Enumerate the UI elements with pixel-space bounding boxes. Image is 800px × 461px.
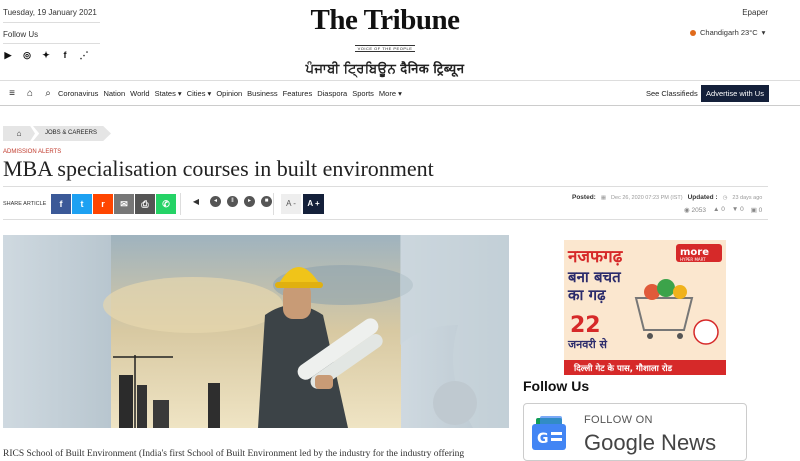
- share-buttons: f t r ✉ ⎙ ✆: [51, 194, 176, 214]
- logo-tagline: VOICE OF THE PEOPLE: [354, 45, 416, 52]
- home-icon[interactable]: ⌂: [3, 126, 35, 141]
- updated-label: Updated :: [687, 194, 718, 201]
- advertisement-banner[interactable]: नजफगढ़ बना बचत का गढ़ 22 जनवरी से more H…: [564, 240, 726, 375]
- ad-line-3: का गढ़: [567, 286, 606, 304]
- breadcrumb-jobs[interactable]: JOBS & CAREERS: [33, 126, 111, 141]
- pause-icon[interactable]: ‖: [227, 196, 238, 207]
- ad-brand-sub: HYPER MART: [680, 257, 706, 262]
- nav-items: Coronavirus Nation World States ▾ Cities…: [58, 89, 402, 98]
- facebook-icon[interactable]: f: [60, 50, 70, 60]
- sun-icon: [690, 29, 696, 36]
- nav-item-more[interactable]: More ▾: [379, 89, 402, 98]
- sister-publications: ਪੰਜਾਬੀ ਟ੍ਰਿਬਿਊਨ दैनिक ट्रिब्यून: [305, 61, 465, 76]
- facebook-share-icon[interactable]: f: [51, 194, 71, 214]
- divider: [3, 22, 100, 23]
- likes-count[interactable]: ▲ 0: [713, 206, 725, 214]
- twitter-icon[interactable]: ✦: [41, 50, 51, 60]
- nav-item-nation[interactable]: Nation: [103, 89, 125, 98]
- weather-widget[interactable]: Chandigarh 23°C ▾: [690, 28, 765, 37]
- views-count: ◉ 2053: [684, 207, 706, 214]
- social-links: ▶ ◎ ✦ f ⋰: [3, 50, 89, 60]
- rss-icon[interactable]: ⋰: [79, 50, 89, 60]
- instagram-icon[interactable]: ◎: [22, 50, 32, 60]
- nav-item-world[interactable]: World: [130, 89, 149, 98]
- advertise-button[interactable]: Advertise with Us: [701, 85, 769, 102]
- article-hero-image: [3, 235, 509, 428]
- ad-line-2: बना बचत: [567, 268, 622, 286]
- search-icon[interactable]: ⌕: [42, 88, 54, 99]
- google-news-label: Google News: [584, 430, 717, 455]
- nav-item-states[interactable]: States ▾: [155, 89, 182, 98]
- nav-item-diaspora[interactable]: Diaspora: [317, 89, 347, 98]
- divider: [3, 43, 100, 44]
- speaker-icon[interactable]: ◀: [188, 194, 204, 210]
- eye-icon: ◉: [684, 207, 690, 214]
- nav-item-cities[interactable]: Cities ▾: [187, 89, 212, 98]
- youtube-icon[interactable]: ▶: [3, 50, 13, 60]
- home-icon[interactable]: ⌂: [24, 88, 36, 99]
- whatsapp-share-icon[interactable]: ✆: [156, 194, 176, 214]
- divider: [3, 186, 768, 187]
- stop-icon[interactable]: ■: [261, 196, 272, 207]
- nav-item-business[interactable]: Business: [247, 89, 277, 98]
- rewind-icon[interactable]: ◂: [210, 196, 221, 207]
- ad-month: जनवरी से: [567, 337, 608, 351]
- follow-on-label: FOLLOW ON: [584, 414, 653, 426]
- see-classifieds-link[interactable]: See Classifieds: [646, 89, 698, 98]
- clock-icon: ◷: [722, 194, 728, 201]
- thumbs-down-icon: ▼: [731, 206, 739, 213]
- nav-item-opinion[interactable]: Opinion: [216, 89, 242, 98]
- breadcrumb: ⌂ JOBS & CAREERS: [3, 126, 111, 141]
- follow-us-heading: Follow Us: [523, 378, 590, 394]
- menu-icon[interactable]: ≡: [6, 88, 18, 99]
- posted-info: Posted: ▦ Dec 26, 2020 07:23 PM (IST) Up…: [572, 194, 762, 201]
- email-share-icon[interactable]: ✉: [114, 194, 134, 214]
- posted-date: Dec 26, 2020 07:23 PM (IST): [611, 194, 683, 201]
- article-title: MBA specialisation courses in built envi…: [3, 156, 434, 181]
- calendar-icon: ▦: [600, 194, 607, 201]
- dislikes-count[interactable]: ▼ 0: [732, 206, 744, 214]
- font-decrease-button[interactable]: A -: [281, 194, 301, 214]
- nav-item-coronavirus[interactable]: Coronavirus: [58, 89, 98, 98]
- comments-count[interactable]: ▣ 0: [751, 206, 763, 214]
- ad-line-1: नजफगढ़: [567, 247, 624, 267]
- posted-label: Posted:: [572, 194, 596, 201]
- font-increase-button[interactable]: A +: [303, 194, 324, 214]
- article-body-text: RICS School of Built Environment (India'…: [3, 449, 465, 459]
- updated-value: 23 days ago: [732, 194, 763, 201]
- logo-title: The Tribune: [310, 4, 460, 36]
- nav-item-features[interactable]: Features: [283, 89, 313, 98]
- current-date: Tuesday, 19 January 2021: [3, 8, 97, 17]
- comment-icon: ▣: [750, 207, 757, 214]
- google-news-follow-button[interactable]: G FOLLOW ON Google News: [523, 403, 747, 461]
- twitter-share-icon[interactable]: t: [72, 194, 92, 214]
- share-label: SHARE ARTICLE: [3, 201, 47, 207]
- play-icon[interactable]: ▸: [244, 196, 255, 207]
- article-tag[interactable]: ADMISSION ALERTS: [3, 149, 61, 155]
- chevron-down-icon: ▾: [761, 28, 766, 37]
- ad-footer: दिल्ली गेट के पास, गौशाला रोड: [573, 363, 673, 374]
- reddit-share-icon[interactable]: r: [93, 194, 113, 214]
- divider: [180, 193, 181, 215]
- divider: [3, 219, 768, 220]
- audio-controls: ◀ ◂ ‖ ▸ ■: [188, 194, 272, 210]
- epaper-link[interactable]: Epaper: [742, 8, 768, 17]
- article-stats: ◉ 2053 ▲ 0 ▼ 0 ▣ 0: [684, 206, 762, 214]
- site-header: Tuesday, 19 January 2021 Follow Us ▶ ◎ ✦…: [0, 0, 800, 80]
- svg-text:G: G: [537, 431, 549, 447]
- thumbs-up-icon: ▲: [712, 206, 720, 213]
- weather-text: Chandigarh 23°C: [700, 28, 758, 37]
- google-news-icon: G: [532, 416, 568, 452]
- nav-item-sports[interactable]: Sports: [352, 89, 374, 98]
- divider: [273, 193, 274, 215]
- ad-number: 22: [570, 313, 601, 338]
- follow-us-label: Follow Us: [3, 30, 39, 39]
- tribune-logo[interactable]: The Tribune VOICE OF THE PEOPLE ਪੰਜਾਬੀ ਟ…: [300, 4, 470, 77]
- print-icon[interactable]: ⎙: [135, 194, 155, 214]
